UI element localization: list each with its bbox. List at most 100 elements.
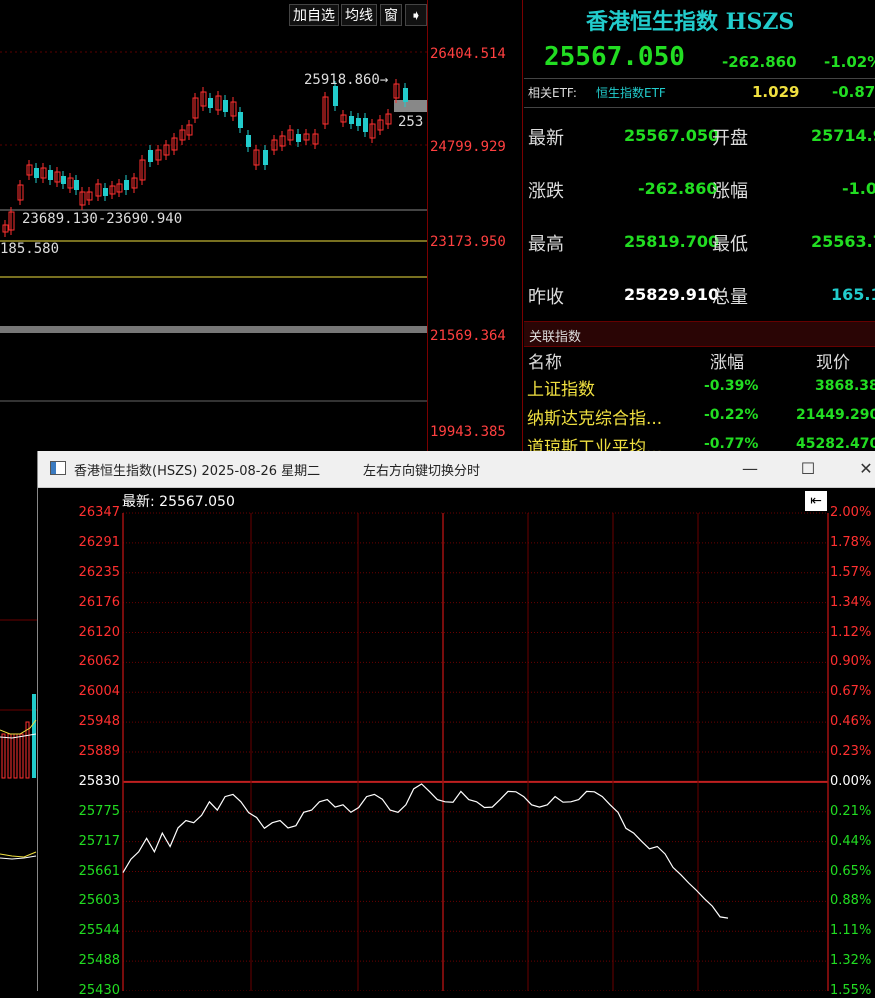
last-price: 25567.050 <box>544 42 685 72</box>
quote-panel: 香港恒生指数 HSZS 25567.050 -262.860 -1.02% 相关… <box>524 0 875 452</box>
kline-current-marker <box>394 100 428 112</box>
expand-right-icon[interactable]: ➧ <box>405 4 427 26</box>
kline-candle <box>48 170 53 180</box>
left-axis-label: 26347 <box>78 505 120 520</box>
col-name-header: 名称 <box>528 353 562 373</box>
kline-candle <box>349 116 354 124</box>
right-axis-label: 1.78% <box>830 534 872 550</box>
left-axis-label: 26291 <box>78 534 120 550</box>
right-axis-label: 0.88% <box>830 893 872 909</box>
kline-candle <box>263 150 268 165</box>
left-axis-label: 25948 <box>78 714 120 730</box>
left-axis-label: 26004 <box>78 684 120 700</box>
right-axis-label: 0.65% <box>830 863 872 879</box>
change-pct-label: 涨幅 <box>712 181 748 202</box>
etf-price: 1.029 <box>752 83 800 101</box>
related-row[interactable]: 上证指数 -0.39% 3868.38 <box>524 374 875 400</box>
kline-candle <box>61 176 66 184</box>
quote-row-change: 涨跌 -262.860 涨幅 -1.0 <box>524 163 875 215</box>
left-value-annotation: 185.580 <box>0 241 60 257</box>
left-axis-label: 26176 <box>78 594 120 610</box>
low-label: 最低 <box>712 234 748 255</box>
related-header: 关联指数 <box>524 321 875 347</box>
etf-name[interactable]: 恒生指数ETF <box>596 84 666 101</box>
related-pct: -0.22% <box>704 407 759 423</box>
kline-candle <box>246 135 251 147</box>
left-axis-label: 25488 <box>78 953 120 969</box>
kline-candle <box>356 118 361 126</box>
price-label-2: 24799.929 <box>430 139 506 155</box>
window-button[interactable]: 窗 <box>380 4 402 26</box>
kline-candle <box>223 100 228 112</box>
left-axis-label: 25544 <box>78 923 120 939</box>
volume-value: 165.1 <box>831 285 875 304</box>
high-label: 最高 <box>528 234 564 255</box>
right-axis-label: 1.11% <box>830 923 872 939</box>
etf-label: 相关ETF: <box>528 86 577 100</box>
right-axis-label: 0.23% <box>830 744 872 759</box>
left-axis-label: 26235 <box>78 564 120 580</box>
high-annotation: 25918.860→ <box>304 72 389 88</box>
kline-candle <box>208 98 213 108</box>
kline-candle <box>238 112 243 128</box>
kline-band <box>0 326 428 333</box>
left-axis-label: 26062 <box>78 654 120 670</box>
open-value: 25714.9 <box>811 126 875 145</box>
related-row[interactable]: 纳斯达克综合指... -0.22% 21449.290 <box>524 403 875 429</box>
right-axis-label: 1.57% <box>830 564 872 580</box>
high-value: 25819.700 <box>624 232 720 251</box>
intraday-window[interactable]: 香港恒生指数(HSZS) 2025-08-26 星期二 左右方向键切换分时 — … <box>37 451 875 998</box>
add-favorite-button[interactable]: 加自选 <box>289 4 339 26</box>
left-axis-label: 25830 <box>78 773 120 789</box>
low-value: 25563.7 <box>811 232 875 251</box>
change-pct-value: -1.0 <box>842 179 875 198</box>
index-title: 香港恒生指数 HSZS <box>586 9 795 35</box>
kline-candle <box>296 134 301 142</box>
moving-average-button[interactable]: 均线 <box>341 4 377 26</box>
right-axis-label: 0.44% <box>830 833 872 849</box>
right-axis-label: 0.21% <box>830 803 872 819</box>
kline-candle <box>403 88 408 102</box>
change-label: 涨跌 <box>528 181 564 202</box>
kline-chart-area[interactable]: 25918.860→ 253 23689.130-23690.940 185.5… <box>0 0 428 452</box>
col-pct-header: 涨幅 <box>710 353 744 373</box>
right-axis-label: 0.67% <box>830 684 872 700</box>
chart-divider <box>427 0 428 452</box>
intraday-axis-labels: 26347 2.00% 26291 1.78% 26235 1.57% 26176 1.34%… <box>38 451 875 998</box>
right-axis-label: 1.12% <box>830 624 872 640</box>
right-axis-label: 1.34% <box>830 594 872 610</box>
kline-candle <box>148 150 153 162</box>
change-percent: -1.02% <box>824 53 875 71</box>
etf-row[interactable]: 相关ETF: 恒生指数ETF 1.029 -0.87 <box>524 78 875 108</box>
col-price-header: 现价 <box>816 353 850 373</box>
kline-candle <box>34 168 39 178</box>
quote-row-latest: 最新 25567.050 开盘 25714.9 <box>524 110 875 162</box>
latest-value: 25567.050 <box>624 126 720 145</box>
price-label-5: 19943.385 <box>430 424 506 440</box>
right-axis-label: 1.32% <box>830 953 872 969</box>
related-name: 道琼斯工业平均... <box>527 438 663 452</box>
related-pct: -0.77% <box>704 436 759 452</box>
left-axis-label: 25775 <box>78 803 120 819</box>
left-axis-label: 26120 <box>78 624 120 640</box>
latest-label: 最新 <box>528 128 564 149</box>
background-volume-bars <box>1 694 36 779</box>
related-row[interactable]: 道琼斯工业平均... -0.77% 45282.470 <box>524 432 875 452</box>
kline-candle <box>363 118 368 132</box>
right-axis-label: 0.46% <box>830 714 872 730</box>
related-name: 纳斯达克综合指... <box>527 409 663 429</box>
volume-label: 总量 <box>712 287 748 308</box>
partial-annotation: 253 <box>398 114 424 130</box>
kline-candle <box>333 86 338 106</box>
related-price: 3868.38 <box>815 378 875 394</box>
range-annotation: 23689.130-23690.940 <box>22 211 183 227</box>
price-label-3: 23173.950 <box>430 234 506 250</box>
left-axis-label: 25603 <box>78 893 120 909</box>
prev-close-value: 25829.910 <box>624 285 720 304</box>
prev-close-label: 昨收 <box>528 287 564 308</box>
left-axis-label: 25661 <box>78 863 120 879</box>
panel-divider <box>522 0 523 452</box>
change-value: -262.860 <box>722 53 797 71</box>
left-axis-label: 25717 <box>78 833 120 849</box>
right-axis-label: 2.00% <box>830 505 872 520</box>
